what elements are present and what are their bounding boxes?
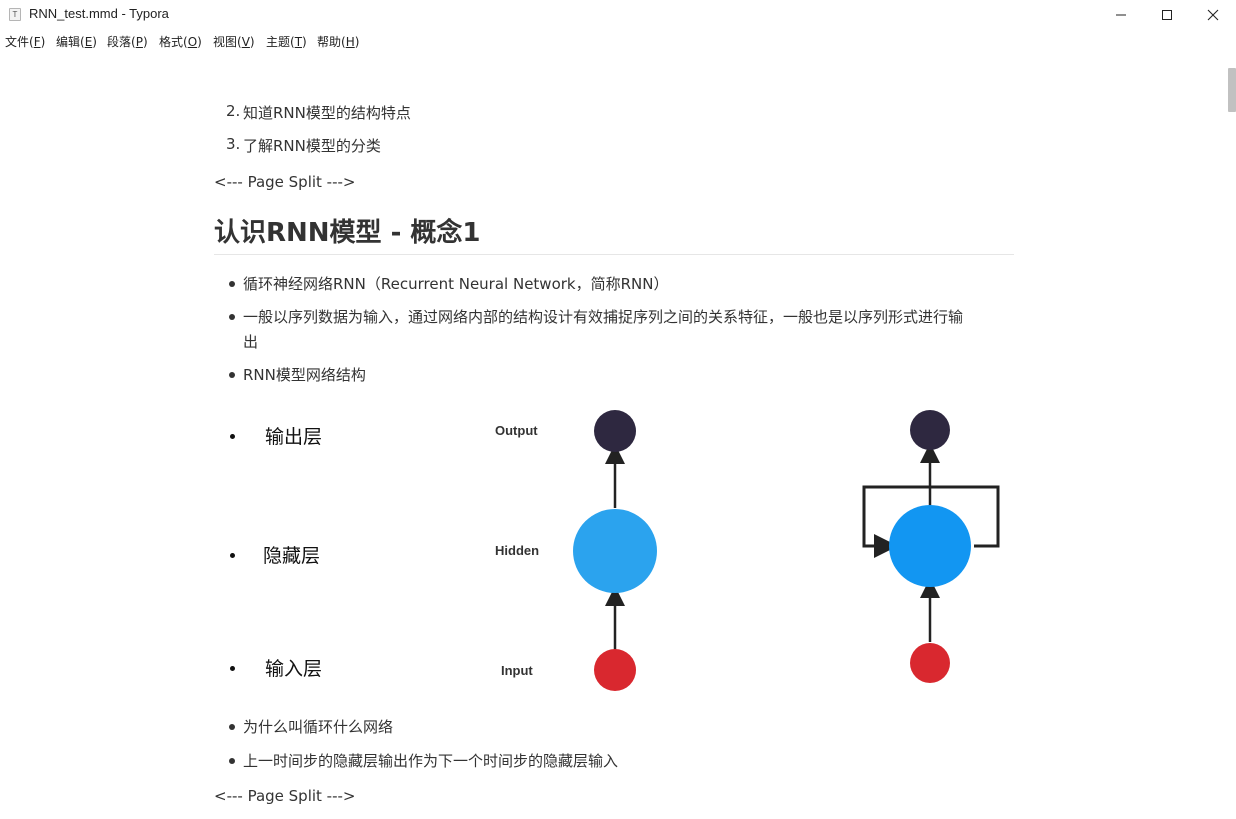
bullet-dot	[229, 758, 235, 764]
rnn-structure-figure: 输出层 隐藏层 输入层 Output Hidden Input	[214, 398, 1010, 698]
rnn-diagram-svg	[573, 410, 1000, 691]
menu-view[interactable]: 视图(V)	[213, 33, 255, 50]
input-node-recurrent	[910, 643, 950, 683]
menu-help[interactable]: 帮助(H)	[317, 33, 359, 50]
menu-paragraph[interactable]: 段落(P)	[107, 33, 148, 50]
list-item: 3. 了解RNN模型的分类	[214, 135, 1014, 155]
output-node	[594, 410, 636, 452]
input-node	[594, 649, 636, 691]
menu-bar: 文件(F) 编辑(E) 段落(P) 格式(O) 视图(V) 主题(T) 帮助(H…	[0, 30, 1236, 52]
bullet-dot	[229, 372, 235, 378]
bullet-dot	[229, 724, 235, 730]
list-item-text-wrap: 出	[243, 333, 259, 351]
list-item: 2. 知道RNN模型的结构特点	[214, 102, 1014, 122]
bullet-dot	[229, 314, 235, 320]
list-item: RNN模型网络结构	[214, 364, 1014, 384]
bullet-dot	[229, 281, 235, 287]
menu-edit[interactable]: 编辑(E)	[56, 33, 97, 50]
maximize-icon	[1162, 10, 1172, 20]
feedforward-diagram	[573, 410, 657, 691]
list-item-text: 上一时间步的隐藏层输出作为下一个时间步的隐藏层输入	[243, 752, 619, 770]
list-item-text: 了解RNN模型的分类	[243, 137, 381, 155]
scrollbar-thumb[interactable]	[1228, 68, 1236, 112]
hidden-node	[573, 509, 657, 593]
menu-file[interactable]: 文件(F)	[5, 33, 45, 50]
list-item: 上一时间步的隐藏层输出作为下一个时间步的隐藏层输入	[214, 750, 1014, 770]
window-title: RNN_test.mmd - Typora	[29, 6, 169, 21]
typora-app-icon: T	[9, 8, 21, 21]
heading-divider	[214, 254, 1014, 255]
hidden-node-recurrent	[889, 505, 971, 587]
list-item-text: 一般以序列数据为输入，通过网络内部的结构设计有效捕捉序列之间的关系特征，一般也是…	[243, 308, 964, 326]
menu-theme[interactable]: 主题(T)	[266, 33, 307, 50]
list-item-text: RNN模型网络结构	[243, 366, 366, 384]
list-item: 循环神经网络RNN（Recurrent Neural Network，简称RNN…	[214, 273, 1014, 293]
output-node-recurrent	[910, 410, 950, 450]
page-split-text: <--- Page Split --->	[214, 173, 356, 191]
section-heading: 认识RNN模型 - 概念1	[214, 218, 481, 248]
list-number: 2.	[226, 102, 241, 120]
title-bar[interactable]: T RNN_test.mmd - Typora	[0, 0, 1236, 30]
close-icon	[1207, 9, 1219, 21]
list-item: 一般以序列数据为输入，通过网络内部的结构设计有效捕捉序列之间的关系特征，一般也是…	[214, 306, 1014, 352]
list-item-text: 为什么叫循环什么网络	[243, 718, 394, 736]
page-split-text: <--- Page Split --->	[214, 787, 356, 805]
recurrent-diagram	[862, 410, 1000, 683]
list-item-text: 知道RNN模型的结构特点	[243, 104, 411, 122]
list-item: 为什么叫循环什么网络	[214, 716, 1014, 736]
minimize-button[interactable]	[1098, 0, 1144, 30]
maximize-button[interactable]	[1144, 0, 1190, 30]
minimize-icon	[1116, 14, 1126, 16]
menu-format[interactable]: 格式(O)	[159, 33, 202, 50]
close-button[interactable]	[1190, 0, 1236, 30]
list-number: 3.	[226, 135, 241, 153]
list-item-text: 循环神经网络RNN（Recurrent Neural Network，简称RNN…	[243, 275, 669, 293]
typora-window: T RNN_test.mmd - Typora 文件(F) 编辑(E) 段落(P…	[0, 0, 1236, 819]
